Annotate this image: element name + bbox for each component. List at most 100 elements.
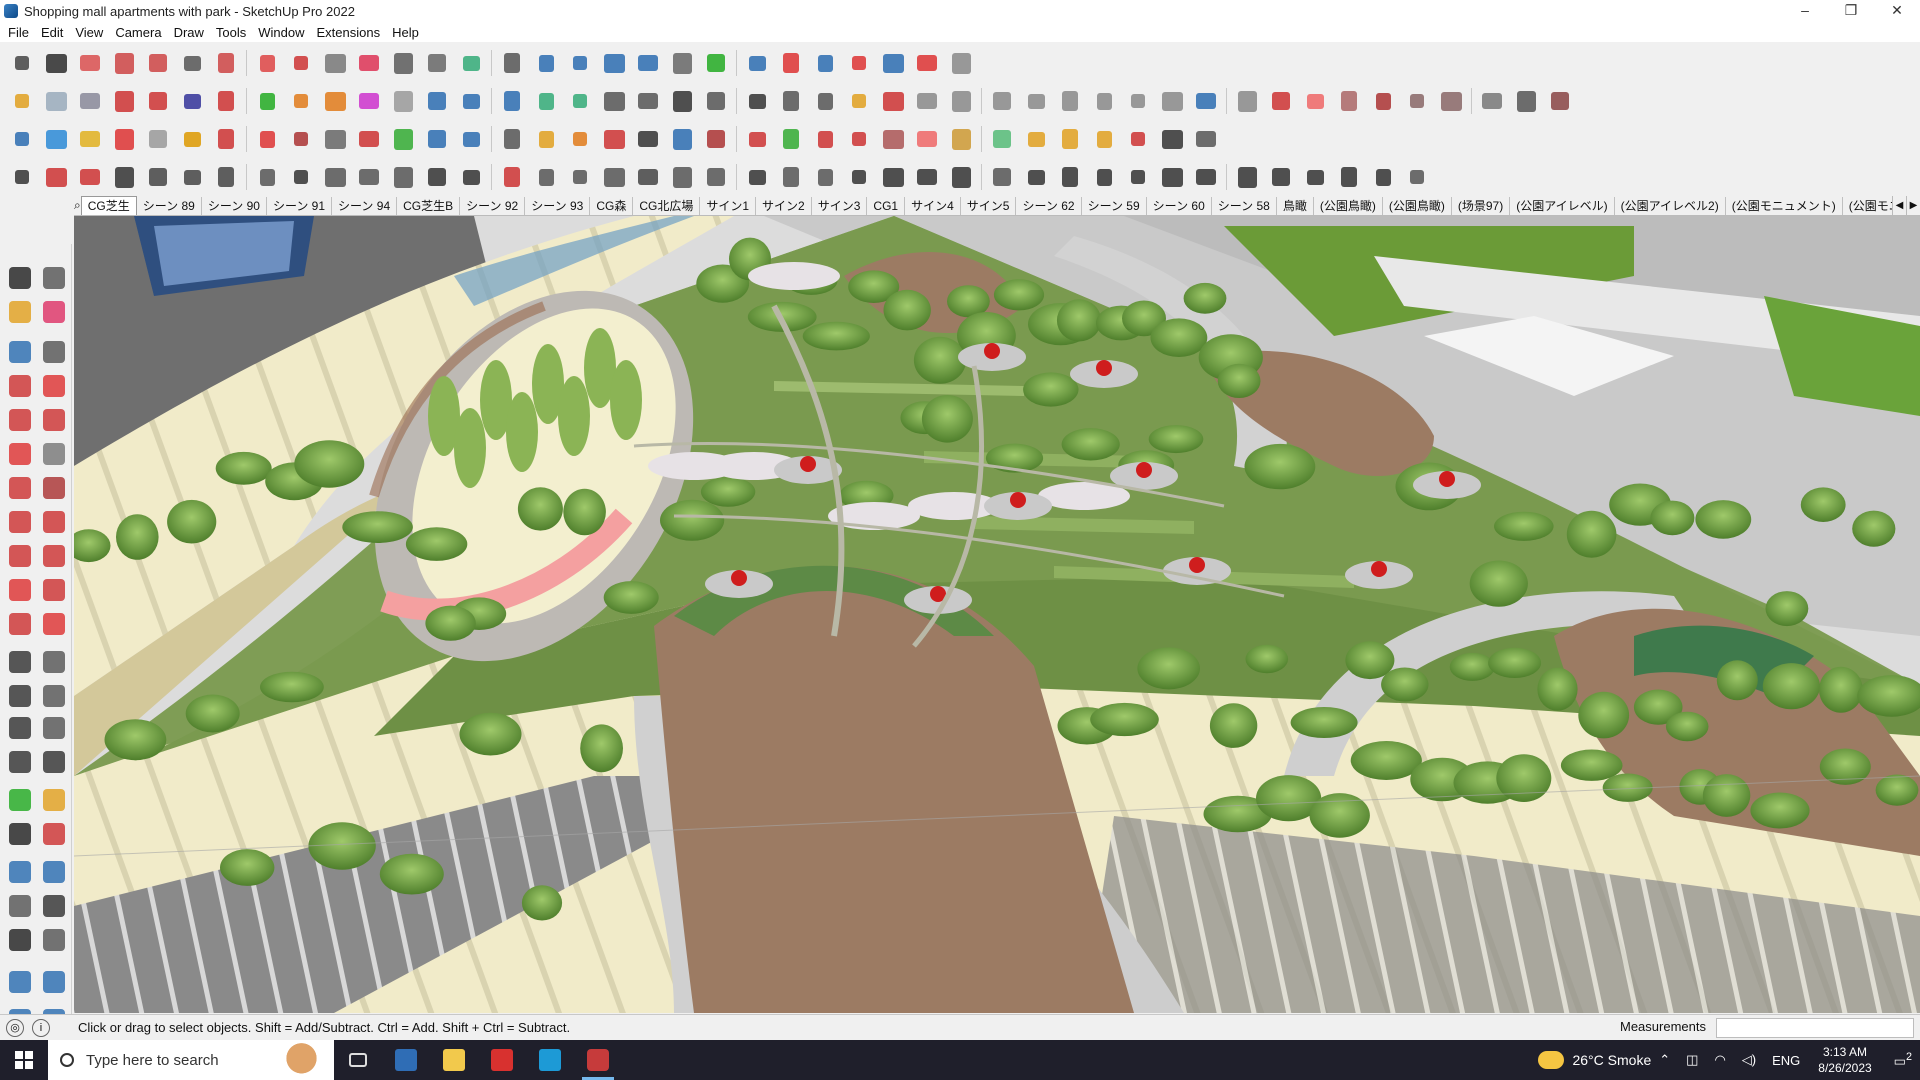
menu-help[interactable]: Help	[388, 25, 427, 40]
toolbar-button[interactable]	[389, 87, 417, 115]
toolbar-button[interactable]	[811, 163, 839, 191]
left-tool-button[interactable]	[40, 858, 68, 886]
toolbar-button[interactable]	[212, 87, 240, 115]
taskbar-app-blue[interactable]	[526, 1040, 574, 1080]
toolbar-button[interactable]	[110, 125, 138, 153]
toolbar-button[interactable]	[1090, 163, 1118, 191]
minimize-button[interactable]: –	[1782, 0, 1828, 22]
model-viewport[interactable]	[74, 216, 1920, 1013]
taskbar-search-box[interactable]: Type here to search	[48, 1040, 334, 1080]
toolbar-button[interactable]	[355, 163, 383, 191]
toolbar-button[interactable]	[42, 87, 70, 115]
scene-tab[interactable]: (公園モニュメント)	[1726, 196, 1843, 215]
scene-tab[interactable]: シーン 60	[1147, 196, 1212, 215]
restore-button[interactable]: ❐	[1828, 0, 1874, 22]
scene-tab[interactable]: CG1	[867, 196, 906, 215]
scene-tab[interactable]: シーン 92	[460, 196, 526, 215]
scene-tab[interactable]: シーン 94	[332, 196, 398, 215]
toolbar-button[interactable]	[498, 87, 526, 115]
toolbar-button[interactable]	[8, 87, 36, 115]
toolbar-button[interactable]	[811, 125, 839, 153]
scene-tab[interactable]: シーン 59	[1082, 196, 1147, 215]
left-tool-button[interactable]	[40, 682, 68, 710]
wifi-icon[interactable]: ◠	[1714, 1052, 1725, 1068]
left-tool-button[interactable]	[6, 786, 34, 814]
toolbar-button[interactable]	[1335, 87, 1363, 115]
toolbar-button[interactable]	[988, 163, 1016, 191]
toolbar-button[interactable]	[634, 87, 662, 115]
menu-camera[interactable]: Camera	[111, 25, 169, 40]
left-tool-button[interactable]	[40, 820, 68, 848]
scene-tab[interactable]: CG森	[590, 196, 634, 215]
toolbar-button[interactable]	[668, 163, 696, 191]
toolbar-button[interactable]	[389, 49, 417, 77]
toolbar-button[interactable]	[1124, 163, 1152, 191]
toolbar-button[interactable]	[253, 125, 281, 153]
left-tool-button[interactable]	[6, 576, 34, 604]
scene-tab[interactable]: サイン5	[961, 196, 1017, 215]
toolbar-button[interactable]	[8, 125, 36, 153]
toolbar-button[interactable]	[76, 125, 104, 153]
toolbar-button[interactable]	[1124, 87, 1152, 115]
toolbar-button[interactable]	[1437, 87, 1465, 115]
input-language[interactable]: ENG	[1772, 1053, 1800, 1068]
left-tool-button[interactable]	[40, 338, 68, 366]
left-tool-button[interactable]	[6, 610, 34, 638]
toolbar-button[interactable]	[913, 49, 941, 77]
left-tool-button[interactable]	[6, 474, 34, 502]
toolbar-button[interactable]	[845, 125, 873, 153]
left-tool-button[interactable]	[40, 508, 68, 536]
scene-tab[interactable]: (场景97)	[1452, 196, 1511, 215]
toolbar-button[interactable]	[253, 87, 281, 115]
toolbar-button[interactable]	[1301, 163, 1329, 191]
toolbar-button[interactable]	[600, 49, 628, 77]
toolbar-button[interactable]	[457, 49, 485, 77]
toolbar-button[interactable]	[1546, 87, 1574, 115]
left-tool-button[interactable]	[6, 440, 34, 468]
toolbar-button[interactable]	[777, 163, 805, 191]
toolbar-button[interactable]	[1267, 87, 1295, 115]
left-tool-button[interactable]	[40, 892, 68, 920]
toolbar-button[interactable]	[212, 163, 240, 191]
toolbar-button[interactable]	[1192, 125, 1220, 153]
toolbar-button[interactable]	[498, 163, 526, 191]
left-tool-button[interactable]	[40, 610, 68, 638]
toolbar-button[interactable]	[566, 49, 594, 77]
toolbar-button[interactable]	[42, 125, 70, 153]
toolbar-button[interactable]	[355, 87, 383, 115]
left-tool-button[interactable]	[40, 926, 68, 954]
toolbar-button[interactable]	[1124, 125, 1152, 153]
toolbar-button[interactable]	[110, 163, 138, 191]
toolbar-button[interactable]	[287, 49, 315, 77]
toolbar-button[interactable]	[879, 49, 907, 77]
toolbar-button[interactable]	[988, 125, 1016, 153]
scene-tab[interactable]: サイン1	[700, 196, 757, 215]
scene-tab[interactable]: (公園鳥瞰)	[1383, 196, 1452, 215]
scene-tab[interactable]: シーン 93	[525, 196, 591, 215]
toolbar-button[interactable]	[913, 125, 941, 153]
left-tool-button[interactable]	[6, 820, 34, 848]
toolbar-button[interactable]	[702, 163, 730, 191]
toolbar-button[interactable]	[355, 49, 383, 77]
toolbar-button[interactable]	[845, 163, 873, 191]
toolbar-button[interactable]	[1192, 163, 1220, 191]
toolbar-button[interactable]	[1022, 125, 1050, 153]
toolbar-button[interactable]	[76, 49, 104, 77]
toolbar-button[interactable]	[42, 163, 70, 191]
toolbar-button[interactable]	[144, 49, 172, 77]
scene-tab[interactable]: (公園アイレベル)	[1510, 196, 1615, 215]
toolbar-button[interactable]	[287, 125, 315, 153]
left-tool-button[interactable]	[40, 406, 68, 434]
toolbar-button[interactable]	[947, 163, 975, 191]
toolbar-button[interactable]	[702, 125, 730, 153]
toolbar-button[interactable]	[389, 163, 417, 191]
toolbar-button[interactable]	[321, 49, 349, 77]
toolbar-button[interactable]	[1267, 163, 1295, 191]
scene-tab[interactable]: (公園鳥瞰)	[1314, 196, 1383, 215]
left-tool-button[interactable]	[40, 440, 68, 468]
toolbar-button[interactable]	[1022, 87, 1050, 115]
toolbar-button[interactable]	[947, 125, 975, 153]
toolbar-button[interactable]	[287, 87, 315, 115]
toolbar-button[interactable]	[1512, 87, 1540, 115]
scene-tab-next-button[interactable]: ▶	[1906, 196, 1920, 215]
